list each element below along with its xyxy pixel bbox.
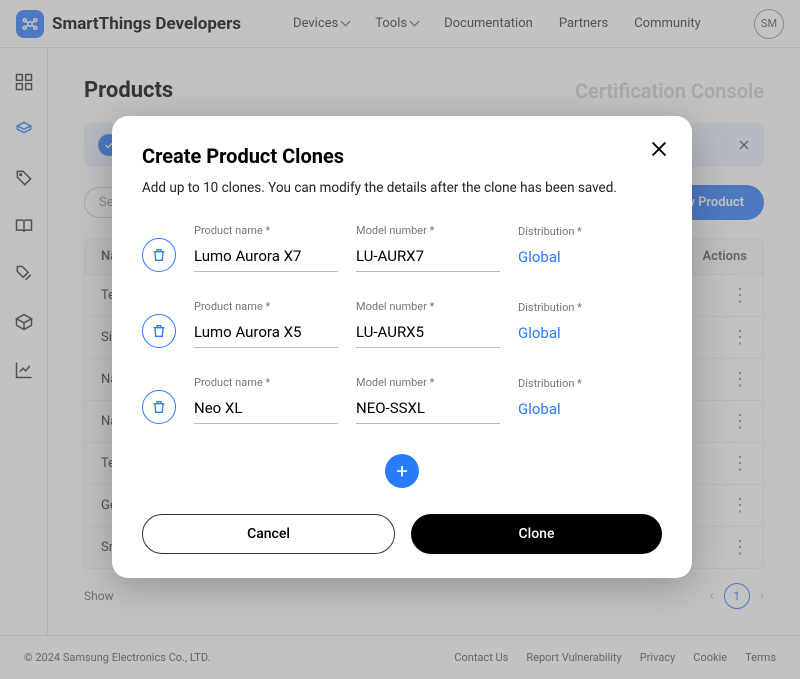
modal-title: Create Product Clones (142, 144, 662, 168)
clone-row: Product name * Model number * Distributi… (142, 300, 662, 348)
product-name-label: Product name * (194, 376, 338, 389)
model-number-label: Model number * (356, 224, 500, 237)
product-name-label: Product name * (194, 300, 338, 313)
clone-button[interactable]: Clone (411, 514, 662, 554)
distribution-select[interactable]: Global (518, 396, 561, 424)
modal-close-icon[interactable] (648, 138, 670, 160)
create-clones-modal: Create Product Clones Add up to 10 clone… (112, 116, 692, 578)
modal-subtitle: Add up to 10 clones. You can modify the … (142, 180, 662, 196)
add-clone-button[interactable]: + (385, 454, 419, 488)
model-number-input[interactable] (356, 243, 500, 272)
distribution-select[interactable]: Global (518, 244, 561, 272)
delete-clone-button[interactable] (142, 314, 176, 348)
product-name-input[interactable] (194, 319, 338, 348)
model-number-input[interactable] (356, 319, 500, 348)
distribution-label: Distribution * (518, 301, 662, 314)
delete-clone-button[interactable] (142, 390, 176, 424)
distribution-label: Distribution * (518, 225, 662, 238)
clone-row: Product name * Model number * Distributi… (142, 376, 662, 424)
distribution-select[interactable]: Global (518, 320, 561, 348)
model-number-label: Model number * (356, 300, 500, 313)
distribution-label: Distribution * (518, 377, 662, 390)
model-number-label: Model number * (356, 376, 500, 389)
delete-clone-button[interactable] (142, 238, 176, 272)
cancel-button[interactable]: Cancel (142, 514, 395, 554)
product-name-input[interactable] (194, 395, 338, 424)
clone-row: Product name * Model number * Distributi… (142, 224, 662, 272)
product-name-input[interactable] (194, 243, 338, 272)
product-name-label: Product name * (194, 224, 338, 237)
model-number-input[interactable] (356, 395, 500, 424)
